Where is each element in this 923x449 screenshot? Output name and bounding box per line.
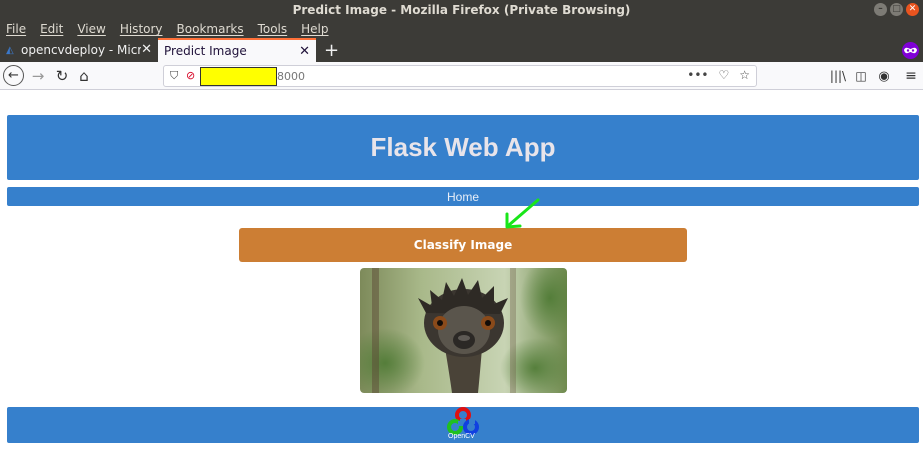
classify-image-button[interactable]: Classify Image	[239, 228, 687, 262]
page-header: Flask Web App	[7, 115, 919, 180]
menu-history[interactable]: History	[120, 22, 163, 36]
maximize-icon[interactable]: □	[890, 3, 903, 16]
more-icon[interactable]: •••	[687, 68, 708, 82]
redacted-host	[200, 67, 277, 86]
menu-view[interactable]: View	[77, 22, 105, 36]
uploaded-emu-image	[360, 268, 567, 393]
close-icon[interactable]: ✕	[906, 3, 919, 16]
home-icon[interactable]: ⌂	[74, 66, 94, 86]
menu-icon[interactable]: ≡	[901, 66, 921, 86]
tab-close-icon[interactable]: ✕	[299, 44, 310, 59]
pocket-icon[interactable]: ♡	[718, 68, 729, 82]
shield-icon[interactable]: ⛉	[170, 69, 178, 83]
menu-bar: File Edit View History Bookmarks Tools H…	[0, 20, 923, 38]
bookmark-star-icon[interactable]: ☆	[739, 68, 750, 82]
new-tab-icon[interactable]: +	[324, 38, 339, 62]
menu-help[interactable]: Help	[301, 22, 328, 36]
home-link[interactable]: Home	[447, 190, 479, 204]
sidebar-icon[interactable]: ◫	[851, 66, 871, 86]
menu-file[interactable]: File	[6, 22, 26, 36]
url-text[interactable]: 8000	[277, 70, 305, 83]
url-bar[interactable]: ⛉ ⊘ 8000 ••• ♡ ☆	[163, 65, 757, 87]
forward-icon[interactable]: →	[28, 66, 48, 86]
opencv-logo-text: OpenCV	[448, 433, 475, 440]
window-title: Predict Image - Mozilla Firefox (Private…	[292, 3, 631, 17]
private-browsing-icon	[902, 42, 919, 59]
library-icon[interactable]: |||\	[828, 66, 848, 86]
menu-bookmarks[interactable]: Bookmarks	[177, 22, 244, 36]
reload-icon[interactable]: ↻	[52, 66, 72, 86]
account-icon[interactable]: ◉	[874, 66, 894, 86]
page-navbar: Home	[7, 187, 919, 206]
tab-label: opencvdeploy - Microsof	[21, 43, 141, 57]
tab-opencvdeploy[interactable]: ◭ opencvdeploy - Microsof ✕	[0, 38, 158, 62]
back-icon[interactable]: ←	[3, 65, 24, 86]
annotation-arrow-icon	[505, 198, 540, 229]
menu-edit[interactable]: Edit	[40, 22, 63, 36]
tab-label: Predict Image	[164, 44, 247, 58]
tab-close-icon[interactable]: ✕	[141, 42, 152, 57]
window-titlebar: Predict Image - Mozilla Firefox (Private…	[0, 0, 923, 20]
azure-favicon-icon: ◭	[6, 44, 14, 56]
navigation-toolbar: ← → ↻ ⌂ ⛉ ⊘ 8000 ••• ♡ ☆ |||\ ◫ ◉ ≡	[0, 62, 923, 90]
window-controls: – □ ✕	[874, 3, 919, 16]
tab-predict-image[interactable]: Predict Image ✕	[158, 38, 316, 62]
page-title: Flask Web App	[370, 132, 556, 162]
insecure-lock-icon[interactable]: ⊘	[186, 69, 195, 82]
menu-tools[interactable]: Tools	[258, 22, 288, 36]
minimize-icon[interactable]: –	[874, 3, 887, 16]
tab-bar: ◭ opencvdeploy - Microsof ✕ Predict Imag…	[0, 38, 923, 62]
